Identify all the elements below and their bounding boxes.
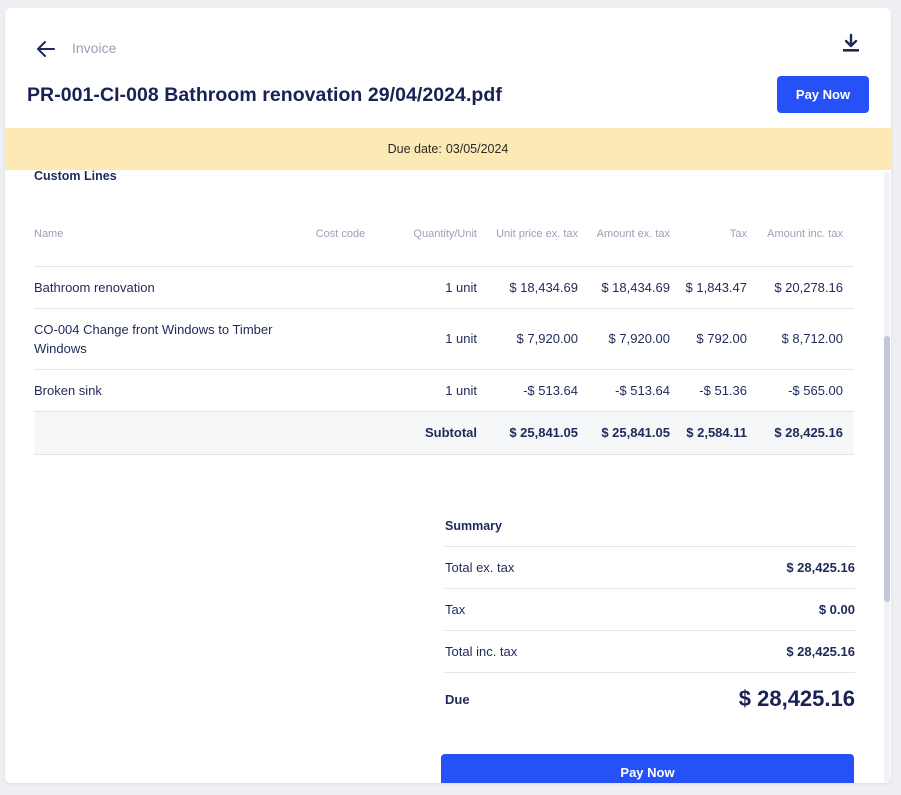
subtotal-label: Subtotal — [378, 411, 488, 455]
custom-lines-title: Custom Lines — [34, 170, 117, 183]
custom-lines-table: Name Cost code Quantity/Unit Unit price … — [34, 204, 854, 455]
table-header-row: Name Cost code Quantity/Unit Unit price … — [34, 204, 854, 267]
due-amount: $ 28,425.16 — [738, 686, 855, 711]
summary-section: Summary Total ex. tax $ 28,425.16 Tax $ … — [445, 506, 855, 725]
row-name: CO-004 Change front Windows to Timber Wi… — [34, 308, 314, 370]
row-amount-inc-tax: $ 8,712.00 — [758, 308, 854, 370]
row-quantity: 1 unit — [378, 266, 488, 309]
invoice-content[interactable]: Custom Lines Name Cost code Quantity/Uni… — [5, 170, 891, 783]
due-date-value: 03/05/2024 — [445, 142, 509, 156]
row-unit-price: $ 7,920.00 — [488, 308, 589, 370]
row-amount-inc-tax: -$ 565.00 — [758, 369, 854, 412]
row-quantity: 1 unit — [378, 369, 488, 412]
col-header-tax[interactable]: Tax — [681, 204, 758, 267]
row-amount-ex-tax: $ 18,434.69 — [589, 266, 681, 309]
row-amount-inc-tax: $ 20,278.16 — [758, 266, 854, 309]
col-header-quantity[interactable]: Quantity/Unit — [378, 204, 488, 267]
summary-label: Total inc. tax — [445, 644, 518, 659]
row-unit-price: $ 18,434.69 — [488, 266, 589, 309]
due-date-banner: Due date: 03/05/2024 — [5, 128, 891, 170]
row-amount-ex-tax: -$ 513.64 — [589, 369, 681, 412]
col-header-name[interactable]: Name — [34, 204, 314, 267]
col-header-amount-inc-tax[interactable]: Amount inc. tax — [758, 204, 854, 267]
subtotal-unit-price: $ 25,841.05 — [488, 411, 589, 455]
col-header-cost-code[interactable]: Cost code — [314, 204, 378, 267]
row-name: Bathroom renovation — [34, 266, 314, 309]
summary-value: $ 0.00 — [818, 602, 855, 617]
summary-label: Tax — [445, 602, 466, 617]
pay-now-button[interactable]: Pay Now — [777, 76, 869, 113]
col-header-amount-ex-tax[interactable]: Amount ex. tax — [589, 204, 681, 267]
download-icon[interactable] — [841, 33, 861, 55]
table-row: Broken sink 1 unit -$ 513.64 -$ 513.64 -… — [34, 369, 854, 412]
page-title: PR-001-CI-008 Bathroom renovation 29/04/… — [27, 84, 502, 106]
summary-total-inc-tax-row: Total inc. tax $ 28,425.16 — [445, 631, 855, 673]
row-tax: -$ 51.36 — [681, 369, 758, 412]
summary-value: $ 28,425.16 — [786, 644, 855, 659]
subtotal-amount-ex-tax: $ 25,841.05 — [589, 411, 681, 455]
breadcrumb[interactable]: Invoice — [72, 40, 116, 56]
row-tax: $ 1,843.47 — [681, 266, 758, 309]
pay-now-bottom-button[interactable]: Pay Now — [441, 754, 854, 783]
row-tax: $ 792.00 — [681, 308, 758, 370]
row-cost-code — [314, 266, 378, 309]
row-unit-price: -$ 513.64 — [488, 369, 589, 412]
summary-label: Total ex. tax — [445, 560, 515, 575]
summary-due-row: Due $ 28,425.16 — [445, 673, 855, 725]
invoice-panel: Invoice PR-001-CI-008 Bathroom renovatio… — [5, 8, 891, 783]
subtotal-amount-inc-tax: $ 28,425.16 — [758, 411, 854, 455]
row-cost-code — [314, 369, 378, 412]
subtotal-row: Subtotal $ 25,841.05 $ 25,841.05 $ 2,584… — [34, 411, 854, 455]
summary-value: $ 28,425.16 — [786, 560, 855, 575]
row-cost-code — [314, 308, 378, 370]
subtotal-spacer — [314, 411, 378, 455]
summary-title: Summary — [445, 506, 855, 547]
subtotal-tax: $ 2,584.11 — [681, 411, 758, 455]
col-header-unit-price[interactable]: Unit price ex. tax — [488, 204, 589, 267]
subtotal-spacer — [34, 411, 314, 455]
summary-total-ex-tax-row: Total ex. tax $ 28,425.16 — [445, 547, 855, 589]
due-date-label: Due date: — [387, 142, 442, 156]
row-amount-ex-tax: $ 7,920.00 — [589, 308, 681, 370]
table-row: CO-004 Change front Windows to Timber Wi… — [34, 308, 854, 370]
row-name: Broken sink — [34, 369, 314, 412]
table-row: Bathroom renovation 1 unit $ 18,434.69 $… — [34, 266, 854, 309]
scrollbar-thumb[interactable] — [884, 336, 890, 602]
row-quantity: 1 unit — [378, 308, 488, 370]
back-arrow-icon[interactable] — [35, 38, 57, 60]
due-label: Due — [445, 691, 470, 707]
summary-tax-row: Tax $ 0.00 — [445, 589, 855, 631]
